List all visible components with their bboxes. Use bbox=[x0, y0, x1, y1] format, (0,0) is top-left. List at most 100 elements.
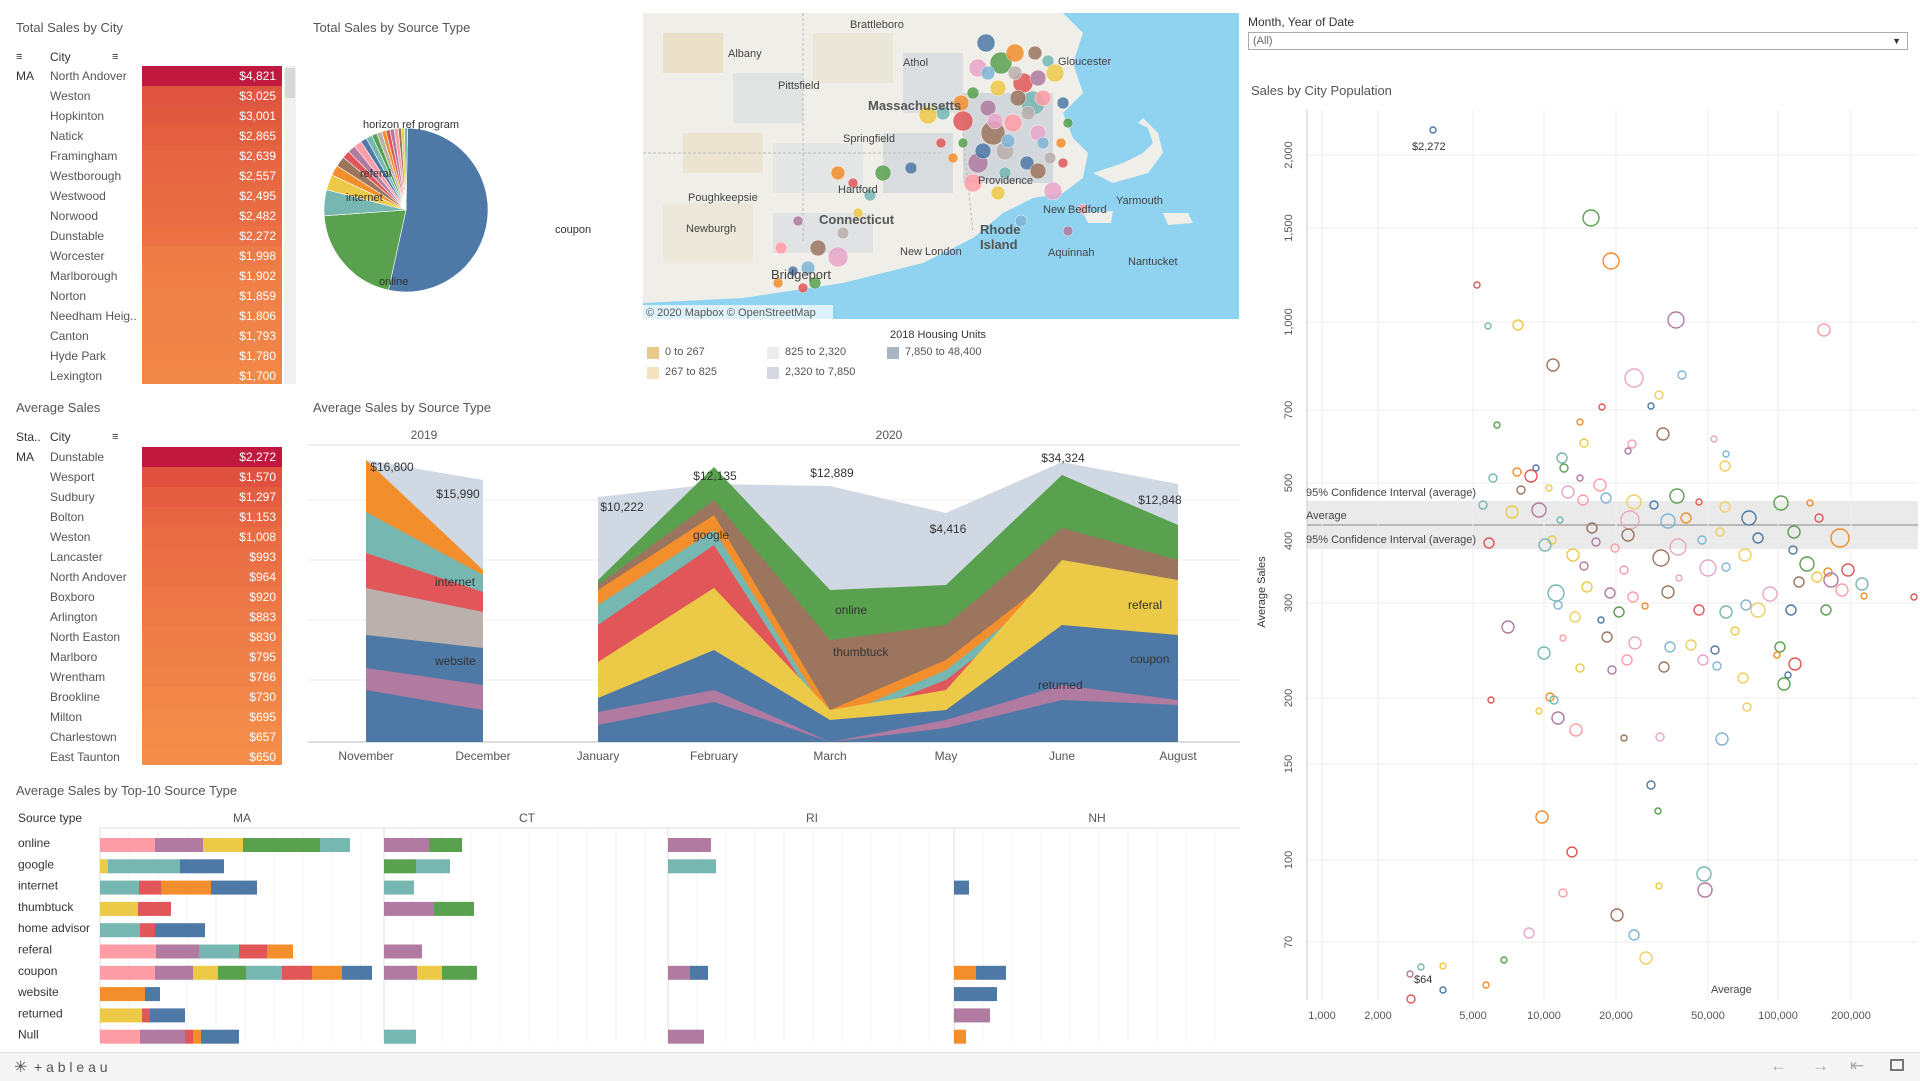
scatter-point[interactable] bbox=[1429, 126, 1437, 134]
scatter-point[interactable] bbox=[1581, 581, 1593, 593]
bar-segment[interactable] bbox=[100, 1029, 140, 1044]
map-bubble[interactable] bbox=[935, 137, 947, 149]
scatter-point[interactable] bbox=[1641, 602, 1649, 610]
map-bubble[interactable] bbox=[874, 164, 892, 182]
scatter-point[interactable] bbox=[1545, 484, 1553, 492]
scatter-point[interactable] bbox=[1628, 636, 1642, 650]
scatter-point[interactable] bbox=[1482, 981, 1490, 989]
table-row[interactable]: Bolton $1,153 bbox=[10, 507, 300, 527]
map-bubble[interactable] bbox=[1057, 157, 1069, 169]
bar-segment[interactable] bbox=[954, 965, 976, 980]
bar-segment[interactable] bbox=[342, 965, 372, 980]
scatter-point[interactable] bbox=[1488, 473, 1498, 483]
scatter-point[interactable] bbox=[1841, 563, 1855, 577]
scatter-point[interactable] bbox=[1576, 474, 1584, 482]
scatter-point[interactable] bbox=[1621, 654, 1633, 666]
scatter-point[interactable] bbox=[1566, 846, 1578, 858]
bar-segment[interactable] bbox=[185, 1029, 193, 1044]
table-row[interactable]: Wrentham $786 bbox=[10, 667, 300, 687]
scatter-point[interactable] bbox=[1598, 403, 1606, 411]
scatter-point[interactable] bbox=[1785, 604, 1797, 616]
scatter-point[interactable] bbox=[1910, 593, 1918, 601]
table-row[interactable]: Marlborough $1,902 bbox=[10, 266, 300, 286]
scatter-point[interactable] bbox=[1777, 677, 1791, 691]
bar-segment[interactable] bbox=[199, 944, 239, 959]
sort-icon[interactable]: ≡ bbox=[112, 431, 118, 443]
bar-segment[interactable] bbox=[690, 965, 708, 980]
table-row[interactable]: Wesport $1,570 bbox=[10, 467, 300, 487]
table-row[interactable]: Brookline $730 bbox=[10, 687, 300, 707]
bar-segment[interactable] bbox=[668, 965, 690, 980]
sort-icon[interactable]: ≡ bbox=[112, 51, 118, 63]
bar-segment[interactable] bbox=[100, 901, 138, 916]
map-bubble[interactable] bbox=[1027, 45, 1043, 61]
scatter-point[interactable] bbox=[1721, 562, 1731, 572]
scatter-point[interactable] bbox=[1740, 599, 1752, 611]
revert-icon[interactable]: ⇤ bbox=[1850, 1056, 1864, 1076]
scatter-point[interactable] bbox=[1406, 994, 1416, 1004]
bar-segment[interactable] bbox=[100, 944, 156, 959]
bar-segment[interactable] bbox=[384, 838, 429, 852]
scatter-point[interactable] bbox=[1579, 438, 1589, 448]
scatter-point[interactable] bbox=[1535, 707, 1543, 715]
scatter-point[interactable] bbox=[1628, 929, 1640, 941]
scatter-point[interactable] bbox=[1669, 488, 1685, 504]
scatter-point[interactable] bbox=[1566, 548, 1580, 562]
redo-icon[interactable]: → bbox=[1812, 1056, 1829, 1076]
table-row[interactable]: Weston $1,008 bbox=[10, 527, 300, 547]
scatter-point[interactable] bbox=[1473, 281, 1481, 289]
scatter-point[interactable] bbox=[1607, 665, 1617, 675]
scatter-point[interactable] bbox=[1523, 927, 1535, 939]
scatter-point[interactable] bbox=[1655, 732, 1665, 742]
table-row[interactable]: MA Dunstable $2,272 bbox=[10, 447, 300, 467]
scatter-point[interactable] bbox=[1697, 654, 1709, 666]
bar-segment[interactable] bbox=[384, 880, 414, 895]
bar-segment[interactable] bbox=[384, 965, 417, 980]
scatter-point[interactable] bbox=[1546, 358, 1560, 372]
bar-segment[interactable] bbox=[384, 944, 422, 959]
scatter-point[interactable] bbox=[1439, 962, 1447, 970]
map-bubble[interactable] bbox=[976, 33, 996, 53]
bar-segment[interactable] bbox=[108, 859, 180, 874]
scatter-point[interactable] bbox=[1719, 605, 1733, 619]
scrollbar[interactable] bbox=[284, 66, 296, 384]
bar-segment[interactable] bbox=[138, 901, 171, 916]
scatter-point[interactable] bbox=[1715, 732, 1729, 746]
scatter-point[interactable] bbox=[1576, 418, 1584, 426]
bar-segment[interactable] bbox=[100, 923, 140, 938]
table-row[interactable]: Norton $1,859 bbox=[10, 286, 300, 306]
bar-segment[interactable] bbox=[155, 838, 203, 852]
map-bubble[interactable] bbox=[1036, 136, 1050, 150]
scatter-point[interactable] bbox=[1855, 577, 1869, 591]
bar-segment[interactable] bbox=[417, 965, 442, 980]
table-row[interactable]: Weston $3,025 bbox=[10, 86, 300, 106]
scatter-point[interactable] bbox=[1624, 447, 1632, 455]
bar-segment[interactable] bbox=[100, 987, 145, 1002]
scatter-point[interactable] bbox=[1639, 951, 1653, 965]
bar-segment[interactable] bbox=[954, 987, 997, 1002]
table-row[interactable]: Westborough $2,557 bbox=[10, 166, 300, 186]
scatter-point[interactable] bbox=[1512, 467, 1522, 477]
scatter-point[interactable] bbox=[1693, 604, 1705, 616]
sort-icon[interactable]: ≡ bbox=[16, 51, 22, 63]
map-bubble[interactable] bbox=[904, 161, 918, 175]
scatter-point[interactable] bbox=[1579, 561, 1589, 571]
bar-segment[interactable] bbox=[954, 880, 969, 895]
scatter-point[interactable] bbox=[1762, 586, 1778, 602]
scatter-point[interactable] bbox=[1784, 671, 1792, 679]
scatter-point[interactable] bbox=[1774, 641, 1786, 653]
scatter-point[interactable] bbox=[1501, 620, 1515, 634]
scatter-point[interactable] bbox=[1667, 311, 1685, 329]
scatter-point[interactable] bbox=[1417, 963, 1425, 971]
table-row[interactable]: Lexington $1,700 bbox=[10, 366, 300, 384]
table-row[interactable]: Boxboro $920 bbox=[10, 587, 300, 607]
scatter-point[interactable] bbox=[1722, 450, 1730, 458]
scatter-point[interactable] bbox=[1559, 463, 1569, 473]
map-bubble[interactable] bbox=[792, 215, 804, 227]
tableau-logo-icon[interactable]: ✳ bbox=[14, 1057, 27, 1077]
bar-segment[interactable] bbox=[429, 838, 462, 852]
scatter-point[interactable] bbox=[1788, 657, 1802, 671]
scatter-point[interactable] bbox=[1575, 663, 1585, 673]
bar-segment[interactable] bbox=[193, 965, 218, 980]
table-row[interactable]: MA North Andover $4,821 bbox=[10, 66, 300, 86]
